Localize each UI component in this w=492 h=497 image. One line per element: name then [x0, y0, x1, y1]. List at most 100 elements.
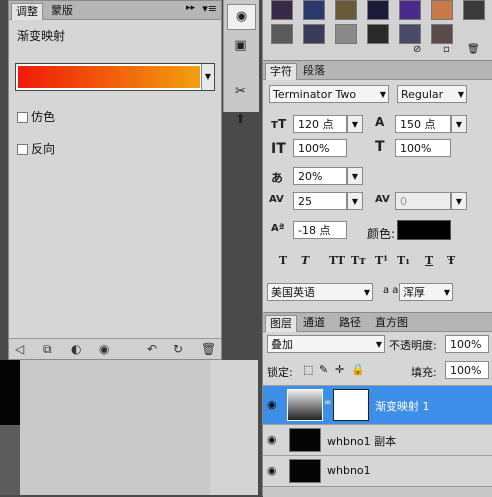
- swatch-thumb[interactable]: [367, 0, 389, 20]
- antialias-select[interactable]: 浑厚 ▼: [399, 283, 453, 301]
- reset-icon[interactable]: ↻: [173, 342, 183, 356]
- swatch-thumb[interactable]: [335, 0, 357, 20]
- layers-footer: [263, 486, 492, 497]
- swatch-thumb[interactable]: [399, 24, 421, 44]
- tab-masks[interactable]: 蒙版: [47, 3, 77, 19]
- opacity-input[interactable]: 100%: [445, 335, 489, 353]
- tab-histogram[interactable]: 直方图: [371, 315, 412, 331]
- new-style-icon[interactable]: ▫: [443, 44, 450, 55]
- swatch-thumb[interactable]: [271, 0, 293, 20]
- stamp-icon[interactable]: ⬆: [227, 108, 254, 132]
- faux-bold-button[interactable]: T: [279, 254, 287, 267]
- swatch-thumb[interactable]: [271, 24, 293, 44]
- adjustments-panel: 调整 蒙版 ▸▸ ▾≡ 渐变映射 ▼ 仿色 反向 ◁ ⧉ ◐ ◉ ↶ ↻ 🗑: [8, 0, 222, 360]
- blend-mode-select[interactable]: 叠加 ▼: [267, 335, 385, 353]
- panel-menu-icon[interactable]: ▾≡: [202, 2, 217, 15]
- leading-input[interactable]: 150 点: [395, 115, 451, 133]
- previous-state-icon[interactable]: ↶: [147, 342, 157, 356]
- superscript-button[interactable]: T¹: [375, 254, 388, 267]
- eye-icon[interactable]: ◉: [267, 398, 277, 411]
- swatch-thumb[interactable]: [303, 0, 325, 20]
- layer-mask-thumb[interactable]: [333, 389, 369, 421]
- swatch-thumb[interactable]: [463, 0, 485, 20]
- tab-layers[interactable]: 图层: [265, 315, 297, 332]
- chevron-down-icon: ▼: [375, 340, 382, 349]
- collapse-icon[interactable]: ▸▸: [186, 3, 195, 13]
- subscript-button[interactable]: T₁: [397, 254, 410, 267]
- lock-all-icon[interactable]: 🔒: [351, 363, 365, 376]
- tab-character[interactable]: 字符: [265, 63, 297, 80]
- leading-dropdown[interactable]: ▼: [451, 115, 467, 133]
- clear-style-icon[interactable]: ⊘: [413, 44, 421, 55]
- font-style-select[interactable]: Regular ▼: [397, 85, 467, 103]
- gradient-dropdown-button[interactable]: ▼: [201, 64, 214, 90]
- font-size-icon: ᴛT: [271, 117, 287, 131]
- reverse-checkbox[interactable]: [17, 144, 28, 155]
- lock-pixels-icon[interactable]: ✎: [319, 363, 328, 376]
- tracking-dropdown[interactable]: ▼: [347, 192, 363, 210]
- kerning-dropdown[interactable]: ▼: [451, 192, 467, 210]
- font-family-select[interactable]: Terminator Two ▼: [269, 85, 389, 103]
- selection-icon[interactable]: ▣: [227, 34, 254, 58]
- trash-icon[interactable]: 🗑: [467, 44, 480, 55]
- swatch-thumb[interactable]: [335, 24, 357, 44]
- swatch-thumb[interactable]: [303, 24, 325, 44]
- strikethrough-button[interactable]: Ŧ: [447, 254, 455, 267]
- tsume-dropdown[interactable]: ▼: [347, 167, 363, 185]
- clip-icon[interactable]: ◐: [71, 342, 81, 356]
- adjustments-tabbar: 调整 蒙版 ▸▸ ▾≡: [9, 1, 221, 20]
- opacity-label: 不透明度:: [389, 339, 437, 352]
- tsume-icon: あ: [271, 171, 284, 185]
- font-size-input[interactable]: 120 点: [293, 115, 347, 133]
- visibility-icon[interactable]: ◉: [99, 342, 109, 356]
- tab-adjustments[interactable]: 调整: [11, 3, 43, 20]
- swatch-thumb[interactable]: [367, 24, 389, 44]
- tab-paths[interactable]: 路径: [335, 315, 365, 331]
- tab-channels[interactable]: 通道: [299, 315, 329, 331]
- chevron-down-icon: ▼: [379, 90, 386, 99]
- lock-position-icon[interactable]: ✛: [335, 363, 344, 376]
- layer-row[interactable]: ◉ ∞ 渐变映射 1: [263, 385, 492, 424]
- gradient-picker[interactable]: ▼: [15, 63, 215, 91]
- small-caps-button[interactable]: Tт: [351, 254, 366, 267]
- fill-input[interactable]: 100%: [445, 361, 489, 379]
- adjustment-title: 渐变映射: [17, 29, 66, 43]
- swatch-thumb[interactable]: [431, 24, 453, 44]
- kerning-input[interactable]: 0: [395, 192, 451, 210]
- brush-icon[interactable]: ◉: [227, 4, 256, 30]
- dither-label: 仿色: [31, 110, 56, 124]
- layer-row[interactable]: ◉ whbno1 副本: [263, 424, 492, 455]
- fill-label: 填充:: [411, 366, 437, 379]
- layer-row[interactable]: ◉ whbno1: [263, 455, 492, 486]
- expand-view-icon[interactable]: ⧉: [43, 342, 52, 357]
- eye-icon[interactable]: ◉: [267, 464, 277, 477]
- layers-panel: 图层 通道 路径 直方图 叠加 ▼ 不透明度: 100% 锁定: ⬚ ✎ ✛ 🔒 …: [262, 312, 492, 497]
- lock-label: 锁定:: [267, 366, 293, 379]
- tab-paragraph[interactable]: 段落: [299, 63, 329, 79]
- tsume-input[interactable]: 20%: [293, 167, 347, 185]
- tracking-input[interactable]: 25: [293, 192, 347, 210]
- trash-icon[interactable]: 🗑: [201, 342, 216, 356]
- swatch-thumb[interactable]: [399, 0, 421, 20]
- baseline-shift-input[interactable]: -18 点: [293, 221, 347, 239]
- lock-transparency-icon[interactable]: ⬚: [303, 363, 313, 376]
- text-color-swatch[interactable]: [397, 220, 451, 240]
- faux-italic-button[interactable]: T: [301, 254, 309, 267]
- back-icon[interactable]: ◁: [15, 342, 24, 356]
- all-caps-button[interactable]: TT: [329, 254, 345, 267]
- tools-icon[interactable]: ✂: [227, 80, 254, 104]
- eye-icon[interactable]: ◉: [267, 433, 277, 446]
- link-icon[interactable]: ∞: [324, 398, 332, 408]
- horizontal-scale-icon: T: [375, 139, 385, 155]
- gradient-preview[interactable]: [18, 66, 200, 88]
- antialias-value: 浑厚: [403, 286, 425, 299]
- dither-checkbox[interactable]: [17, 112, 28, 123]
- vertical-scale-input[interactable]: 100%: [293, 139, 347, 157]
- horizontal-scale-input[interactable]: 100%: [395, 139, 451, 157]
- character-panel: 字符 段落 Terminator Two ▼ Regular ▼ ᴛT 120 点 …: [262, 60, 492, 313]
- underline-button[interactable]: T: [425, 254, 433, 267]
- swatch-thumb[interactable]: [431, 0, 453, 20]
- language-select[interactable]: 美国英语 ▼: [267, 283, 373, 301]
- character-tabbar: 字符 段落: [263, 61, 492, 80]
- font-size-dropdown[interactable]: ▼: [347, 115, 363, 133]
